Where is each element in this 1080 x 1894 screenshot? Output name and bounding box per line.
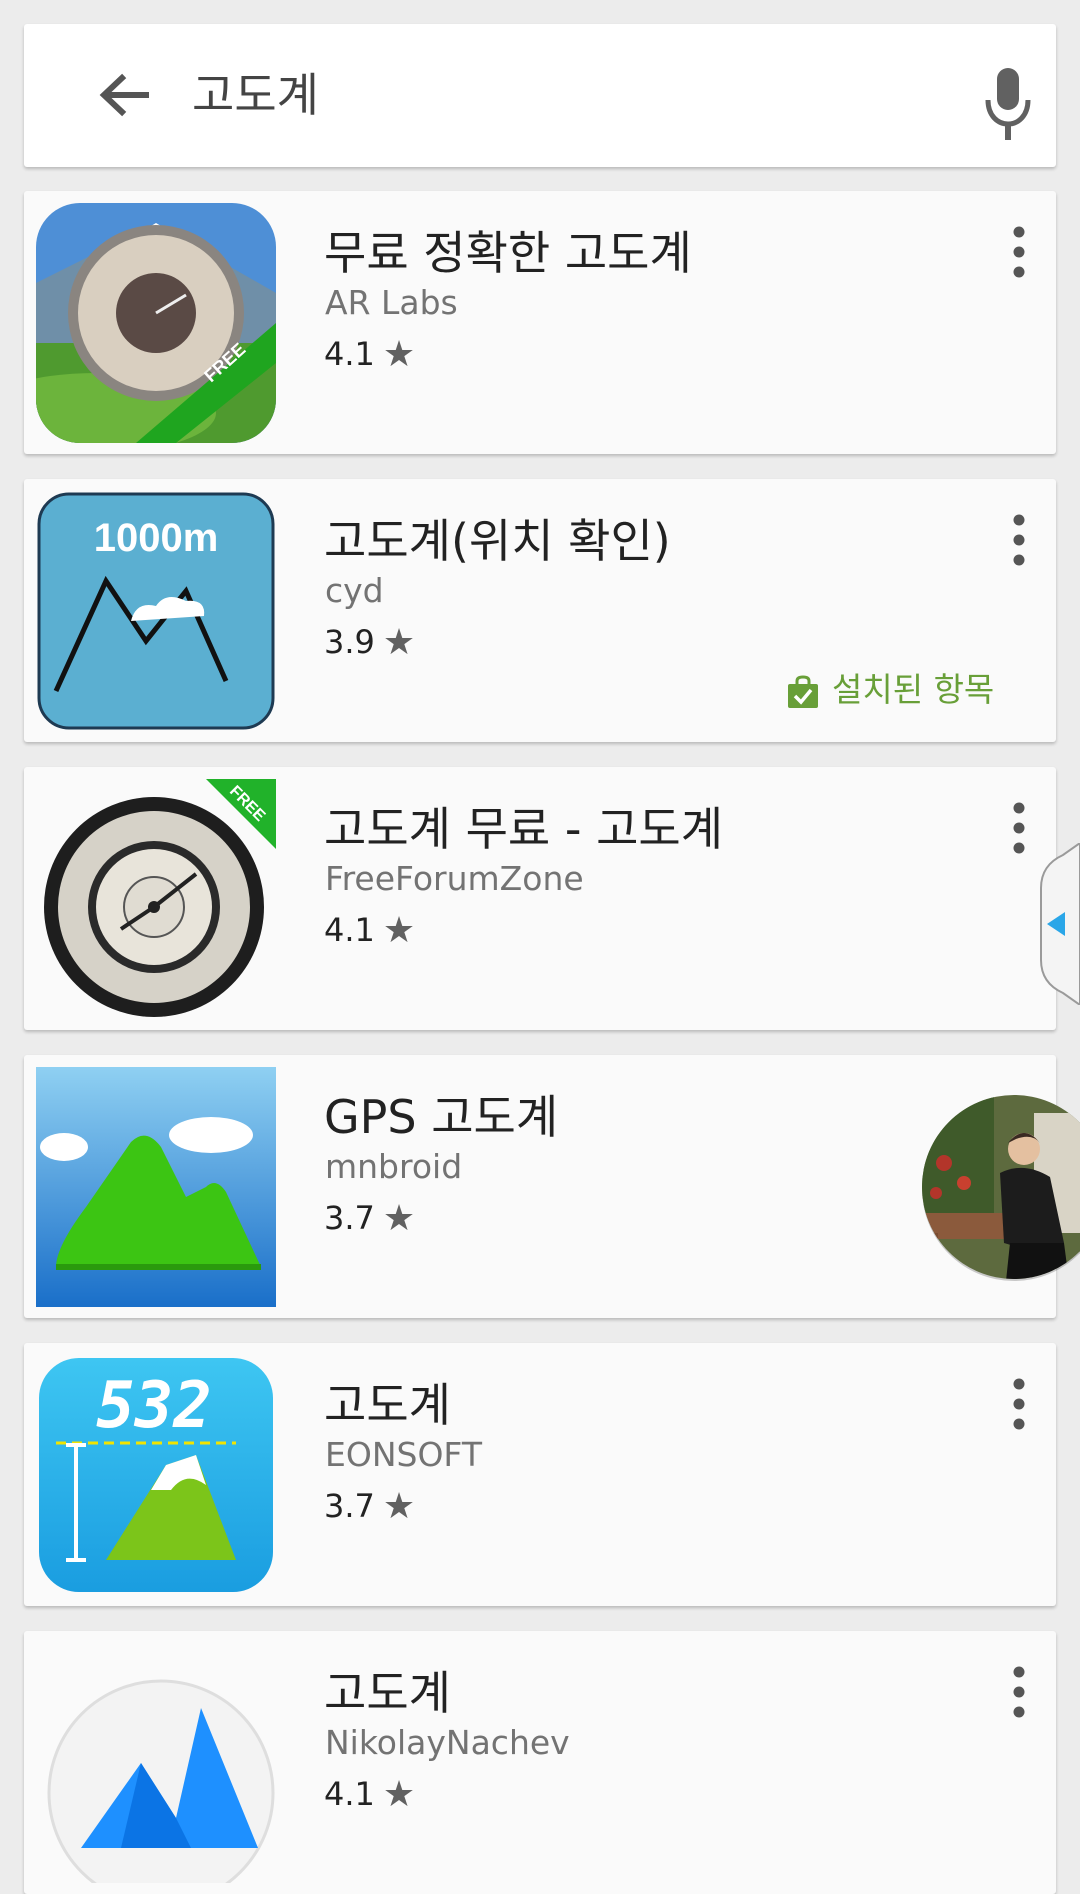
overflow-menu-icon[interactable] bbox=[1004, 513, 1034, 567]
rating-value: 3.7 bbox=[324, 1199, 375, 1237]
app-rating: 4.1 ★ bbox=[324, 1773, 415, 1815]
installed-label: 설치된 항목 bbox=[832, 670, 995, 709]
app-card[interactable]: FREE 무료 정확한 고도계 AR Labs 4.1 ★ bbox=[24, 191, 1056, 454]
star-icon: ★ bbox=[382, 1773, 416, 1815]
edge-panel-handle[interactable] bbox=[1033, 843, 1080, 1005]
star-icon: ★ bbox=[382, 1197, 416, 1239]
app-rating: 3.7 ★ bbox=[324, 1197, 415, 1239]
app-developer[interactable]: cyd bbox=[325, 571, 384, 610]
rating-value: 4.1 bbox=[324, 1775, 375, 1813]
app-card[interactable]: FREE 고도계 무료 - 고도계 FreeForumZone 4.1 ★ bbox=[24, 767, 1056, 1030]
app-developer[interactable]: NikolayNachev bbox=[325, 1723, 570, 1762]
microphone-icon[interactable] bbox=[982, 66, 1034, 144]
green-hills-icon bbox=[36, 1067, 276, 1307]
app-title: 고도계(위치 확인) bbox=[324, 514, 671, 568]
app-developer[interactable]: FreeForumZone bbox=[325, 859, 584, 898]
height-label-text: 1000m bbox=[94, 516, 219, 560]
search-bar[interactable]: 고도계 bbox=[24, 24, 1056, 167]
app-card[interactable]: 532 고도계 EONSOFT 3.7 ★ bbox=[24, 1343, 1056, 1606]
overflow-menu-icon[interactable] bbox=[1004, 801, 1034, 855]
app-title: 고도계 무료 - 고도계 bbox=[324, 802, 724, 856]
altimeter-gauge-free-icon: FREE bbox=[36, 203, 276, 443]
app-title: GPS 고도계 bbox=[324, 1090, 559, 1144]
rating-value: 4.1 bbox=[324, 335, 375, 373]
app-title: 고도계 bbox=[324, 1666, 451, 1720]
altimeter-dial-free-icon: FREE bbox=[44, 779, 276, 1017]
app-rating: 3.7 ★ bbox=[324, 1485, 415, 1527]
overflow-menu-icon[interactable] bbox=[1004, 1665, 1034, 1719]
star-icon: ★ bbox=[382, 621, 416, 663]
blue-peaks-icon bbox=[47, 1679, 275, 1883]
app-card[interactable]: 1000m 고도계(위치 확인) cyd 3.9 ★ 설치된 항목 bbox=[24, 479, 1056, 742]
overflow-menu-icon[interactable] bbox=[1004, 225, 1034, 279]
app-card[interactable]: GPS 고도계 mnbroid 3.7 ★ bbox=[24, 1055, 1056, 1318]
search-input[interactable]: 고도계 bbox=[192, 60, 319, 130]
app-card[interactable]: 고도계 NikolayNachev 4.1 ★ bbox=[24, 1631, 1056, 1894]
digital-532-mountain-icon: 532 bbox=[39, 1358, 273, 1592]
app-developer[interactable]: mnbroid bbox=[325, 1147, 462, 1186]
digital-readout-text: 532 bbox=[96, 1369, 212, 1443]
app-developer[interactable]: EONSOFT bbox=[325, 1435, 482, 1474]
app-rating: 3.9 ★ bbox=[324, 621, 415, 663]
rating-value: 3.7 bbox=[324, 1487, 375, 1525]
star-icon: ★ bbox=[382, 333, 416, 375]
shopping-bag-check-icon bbox=[788, 674, 818, 708]
app-rating: 4.1 ★ bbox=[324, 333, 415, 375]
mountain-1000m-icon: 1000m bbox=[37, 492, 275, 730]
star-icon: ★ bbox=[382, 909, 416, 951]
app-rating: 4.1 ★ bbox=[324, 909, 415, 951]
app-developer[interactable]: AR Labs bbox=[325, 283, 458, 322]
rating-value: 4.1 bbox=[324, 911, 375, 949]
installed-badge: 설치된 항목 bbox=[786, 663, 994, 711]
floating-avatar-bubble[interactable] bbox=[914, 1093, 1080, 1281]
app-title: 무료 정확한 고도계 bbox=[324, 226, 692, 280]
app-title: 고도계 bbox=[324, 1378, 451, 1432]
star-icon: ★ bbox=[382, 1485, 416, 1527]
rating-value: 3.9 bbox=[324, 623, 375, 661]
overflow-menu-icon[interactable] bbox=[1004, 1377, 1034, 1431]
back-arrow-icon[interactable] bbox=[94, 70, 154, 120]
